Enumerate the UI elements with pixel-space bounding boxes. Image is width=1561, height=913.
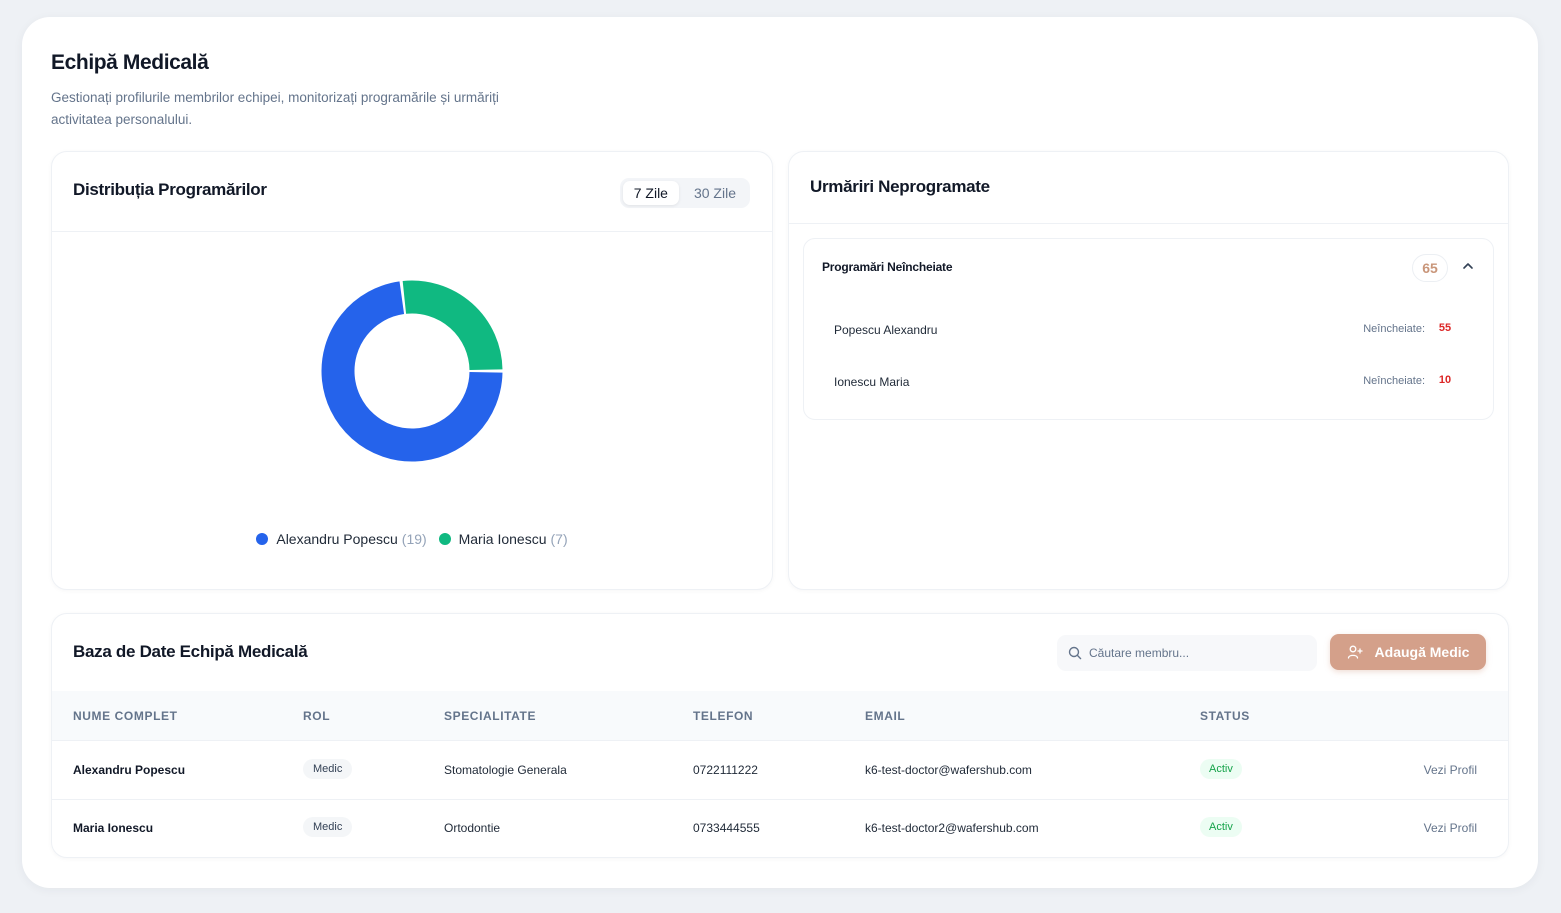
unfinished-label: Neîncheiate: [1363, 375, 1425, 387]
search-box [1057, 635, 1317, 671]
member-name: Maria Ionescu [73, 821, 154, 835]
column-header[interactable]: ROL [303, 709, 330, 723]
status-badge: Activ [1200, 817, 1242, 837]
legend-dot-blue [256, 533, 269, 545]
table-header: NUME COMPLET ROL SPECIALITATE TELEFON EM… [52, 691, 1508, 741]
search-input[interactable] [1089, 635, 1309, 671]
table-row[interactable]: Alexandru Popescu Medic Stomatologie Gen… [52, 742, 1508, 800]
doctor-name: Ionescu Maria [834, 375, 910, 389]
distribution-title: Distribuția Programărilor [73, 180, 267, 199]
column-header[interactable]: NUME COMPLET [73, 709, 178, 723]
column-header[interactable]: TELEFON [693, 709, 753, 723]
view-profile-link[interactable]: Vezi Profil [1424, 763, 1477, 777]
legend-count: (19) [401, 531, 427, 547]
status-badge: Activ [1200, 759, 1242, 779]
search-icon [1068, 646, 1082, 660]
column-header[interactable]: STATUS [1200, 709, 1250, 723]
followup-row[interactable]: Popescu Alexandru Neîncheiate: 55 [834, 321, 1457, 341]
doctor-name: Popescu Alexandru [834, 323, 938, 337]
unfinished-appointments-group: Programări Neîncheiate 65 Popescu Alexan… [803, 238, 1494, 420]
role-badge: Medic [303, 817, 353, 837]
tab-30-days[interactable]: 30 Zile [683, 181, 747, 205]
legend-label: Alexandru Popescu [276, 531, 398, 547]
period-toggle: 7 Zile 30 Zile [619, 178, 750, 208]
followup-row[interactable]: Ionescu Maria Neîncheiate: 10 [834, 373, 1457, 393]
column-header[interactable]: EMAIL [865, 709, 905, 723]
distribution-card: Distribuția Programărilor 7 Zile 30 Zile… [51, 151, 773, 590]
donut-slice-maria-ionescu[interactable] [402, 280, 503, 371]
specialty: Ortodontie [444, 821, 501, 835]
role-badge: Medic [303, 759, 353, 779]
specialty: Stomatologie Generala [444, 763, 567, 777]
legend-label: Maria Ionescu [458, 531, 547, 547]
add-doctor-button[interactable]: Adaugă Medic [1330, 634, 1486, 670]
legend-count: (7) [550, 531, 568, 547]
count-badge: 65 [1412, 254, 1448, 282]
main-panel: Echipă Medicală Gestionați profilurile m… [22, 17, 1538, 888]
member-name: Alexandru Popescu [73, 763, 186, 777]
legend-item-maria[interactable]: Maria Ionescu (7) [438, 531, 568, 547]
legend-item-alexandru[interactable]: Alexandru Popescu (19) [256, 531, 427, 547]
phone: 0733444555 [693, 821, 760, 835]
table-title: Baza de Date Echipă Medicală [73, 642, 308, 661]
page-description: Gestionați profilurile membrilor echipei… [51, 90, 499, 127]
followups-title: Urmăriri Neprogramate [810, 177, 990, 196]
team-table-card: Baza de Date Echipă Medicală Adaugă Medi… [51, 613, 1509, 858]
email: k6-test-doctor@wafershub.com [865, 763, 1032, 777]
unfinished-label: Neîncheiate: [1363, 323, 1425, 335]
legend-dot-green [438, 533, 451, 545]
email: k6-test-doctor2@wafershub.com [865, 821, 1039, 835]
table-row[interactable]: Maria Ionescu Medic Ortodontie 073344455… [52, 800, 1508, 858]
add-doctor-label: Adaugă Medic [1374, 644, 1470, 660]
add-user-icon [1347, 645, 1363, 659]
page-title: Echipă Medicală [51, 51, 209, 74]
chart-legend: Alexandru Popescu (19) Maria Ionescu (7) [52, 531, 772, 548]
chevron-up-icon[interactable] [1461, 259, 1475, 273]
divider [789, 223, 1508, 224]
group-title: Programări Neîncheiate [822, 260, 953, 274]
followups-card: Urmăriri Neprogramate Programări Neînche… [788, 151, 1509, 590]
divider [52, 231, 772, 232]
column-header[interactable]: SPECIALITATE [444, 709, 536, 723]
tab-7-days[interactable]: 7 Zile [622, 181, 679, 205]
unfinished-count: 55 [1438, 322, 1452, 334]
view-profile-link[interactable]: Vezi Profil [1424, 821, 1477, 835]
donut-chart [321, 280, 503, 462]
phone: 0722111222 [693, 763, 758, 777]
unfinished-count: 10 [1438, 374, 1452, 386]
